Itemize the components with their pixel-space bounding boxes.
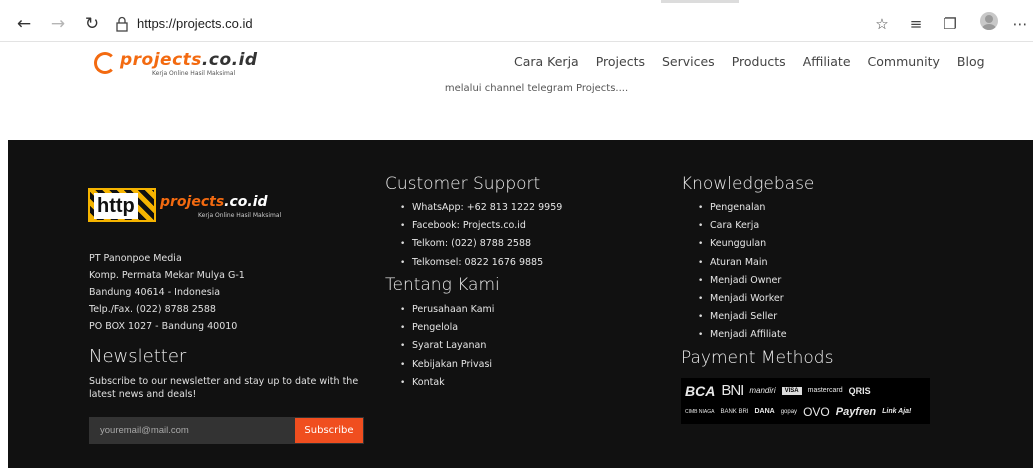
browser-toolbar: ← → ↻ https://projects.co.id ☆ ≡ ❐ ⋯	[0, 0, 1033, 42]
kb-menjadi-seller[interactable]: Menjadi Seller	[698, 308, 787, 326]
address-bar[interactable]: https://projects.co.id	[137, 16, 253, 31]
nav-community[interactable]: Community	[868, 54, 940, 69]
address-line: PO BOX 1027 - Bandung 40010	[89, 321, 238, 332]
nav-affiliate[interactable]: Affiliate	[803, 54, 851, 69]
address-line: Telp./Fax. (022) 8788 2588	[89, 304, 216, 315]
footer-logo-http: http	[94, 193, 138, 219]
site-logo[interactable]: projects.co.id Kerja Online Hasil Maksim…	[94, 50, 257, 77]
tentang-kami-heading: Tentang Kami	[385, 275, 500, 295]
bni-logo: BNI	[721, 382, 744, 399]
visa-logo: VISA	[781, 386, 802, 395]
link-kebijakan-privasi[interactable]: Kebijakan Privasi	[400, 356, 494, 374]
back-arrow-icon[interactable]: ←	[14, 14, 34, 34]
customer-support-heading: Customer Support	[385, 174, 541, 194]
customer-support-list: WhatsApp: +62 813 1222 9959 Facebook: Pr…	[400, 199, 562, 272]
forward-arrow-icon[interactable]: →	[48, 14, 68, 34]
kb-cara-kerja[interactable]: Cara Kerja	[698, 217, 787, 235]
kb-menjadi-affiliate[interactable]: Menjadi Affiliate	[698, 326, 787, 344]
collections-icon[interactable]: ❐	[940, 14, 960, 34]
logo-text-main: projects	[120, 50, 202, 70]
subscribe-button[interactable]: Subscribe	[295, 418, 363, 443]
newsletter-description: Subscribe to our newsletter and stay up …	[89, 376, 359, 400]
payment-methods-heading: Payment Methods	[681, 348, 834, 368]
bca-logo: BCA	[685, 382, 716, 399]
newsletter-form: Subscribe	[89, 417, 364, 444]
payfren-logo: Payfren	[835, 405, 877, 418]
telegram-teaser-text: melalui channel telegram Projects....	[444, 83, 629, 94]
tentang-kami-list: Perusahaan Kami Pengelola Syarat Layanan…	[400, 301, 494, 392]
footer-logo-tld: .co.id	[224, 194, 268, 210]
more-menu-icon[interactable]: ⋯	[1010, 14, 1030, 34]
support-whatsapp[interactable]: WhatsApp: +62 813 1222 9959	[400, 199, 562, 217]
address-line: Bandung 40614 - Indonesia	[89, 287, 221, 298]
favorite-star-icon[interactable]: ☆	[872, 14, 892, 34]
logo-tagline: Kerja Online Hasil Maksimal	[152, 70, 236, 77]
support-telkomsel[interactable]: Telkomsel: 0822 1676 9885	[400, 254, 562, 272]
nav-services[interactable]: Services	[662, 54, 715, 69]
newsletter-email-input[interactable]	[90, 418, 295, 443]
footer-logo-main: projects	[160, 194, 225, 210]
knowledgebase-list: Pengenalan Cara Kerja Keunggulan Aturan …	[698, 199, 787, 345]
knowledgebase-heading: Knowledgebase	[681, 174, 815, 194]
link-perusahaan-kami[interactable]: Perusahaan Kami	[400, 301, 494, 319]
lock-icon[interactable]	[115, 16, 129, 32]
payment-logos: BCA BNI mandiri VISA mastercard QRIS CIM…	[681, 378, 930, 424]
site-header: projects.co.id Kerja Online Hasil Maksim…	[0, 42, 1033, 80]
gopay-logo: gopay	[780, 408, 798, 415]
kb-menjadi-worker[interactable]: Menjadi Worker	[698, 290, 787, 308]
cimb-niaga-logo: CIMB NIAGA	[685, 408, 715, 415]
footer-logo[interactable]: http projects.co.id Kerja Online Hasil M…	[88, 188, 288, 224]
newsletter-heading: Newsletter	[89, 346, 187, 367]
nav-projects[interactable]: Projects	[596, 54, 645, 69]
company-address: PT Panonpoe Media Komp. Permata Mekar Mu…	[89, 250, 245, 335]
nav-products[interactable]: Products	[732, 54, 786, 69]
address-line: Komp. Permata Mekar Mulya G-1	[89, 270, 245, 281]
nav-blog[interactable]: Blog	[957, 54, 985, 69]
main-nav: Cara Kerja Projects Services Products Af…	[514, 54, 1002, 69]
qris-logo: QRIS	[848, 385, 871, 396]
mandiri-logo: mandiri	[749, 386, 776, 395]
kb-aturan-main[interactable]: Aturan Main	[698, 254, 787, 272]
site-footer: http projects.co.id Kerja Online Hasil M…	[8, 140, 1033, 468]
link-pengelola[interactable]: Pengelola	[400, 319, 494, 337]
tab-strip-hint	[661, 0, 739, 3]
support-telkom[interactable]: Telkom: (022) 8788 2588	[400, 235, 562, 253]
logo-text-tld: .co.id	[201, 50, 258, 70]
kb-keunggulan[interactable]: Keunggulan	[698, 235, 787, 253]
favorites-list-icon[interactable]: ≡	[906, 14, 926, 34]
nav-cara-kerja[interactable]: Cara Kerja	[514, 54, 579, 69]
bank-bri-logo: BANK BRI	[720, 408, 749, 415]
support-facebook[interactable]: Facebook: Projects.co.id	[400, 217, 562, 235]
link-syarat-layanan[interactable]: Syarat Layanan	[400, 337, 494, 355]
mastercard-logo: mastercard	[807, 387, 843, 394]
linkaja-logo: Link Aja!	[882, 408, 912, 415]
footer-logo-tagline: Kerja Online Hasil Maksimal	[198, 212, 282, 219]
kb-menjadi-owner[interactable]: Menjadi Owner	[698, 272, 787, 290]
profile-avatar[interactable]	[980, 12, 998, 30]
dana-logo: DANA	[754, 408, 775, 415]
address-line: PT Panonpoe Media	[89, 253, 182, 264]
logo-swirl-icon	[94, 52, 116, 74]
kb-pengenalan[interactable]: Pengenalan	[698, 199, 787, 217]
refresh-icon[interactable]: ↻	[82, 14, 102, 34]
ovo-logo: OVO	[803, 404, 830, 419]
link-kontak[interactable]: Kontak	[400, 374, 494, 392]
